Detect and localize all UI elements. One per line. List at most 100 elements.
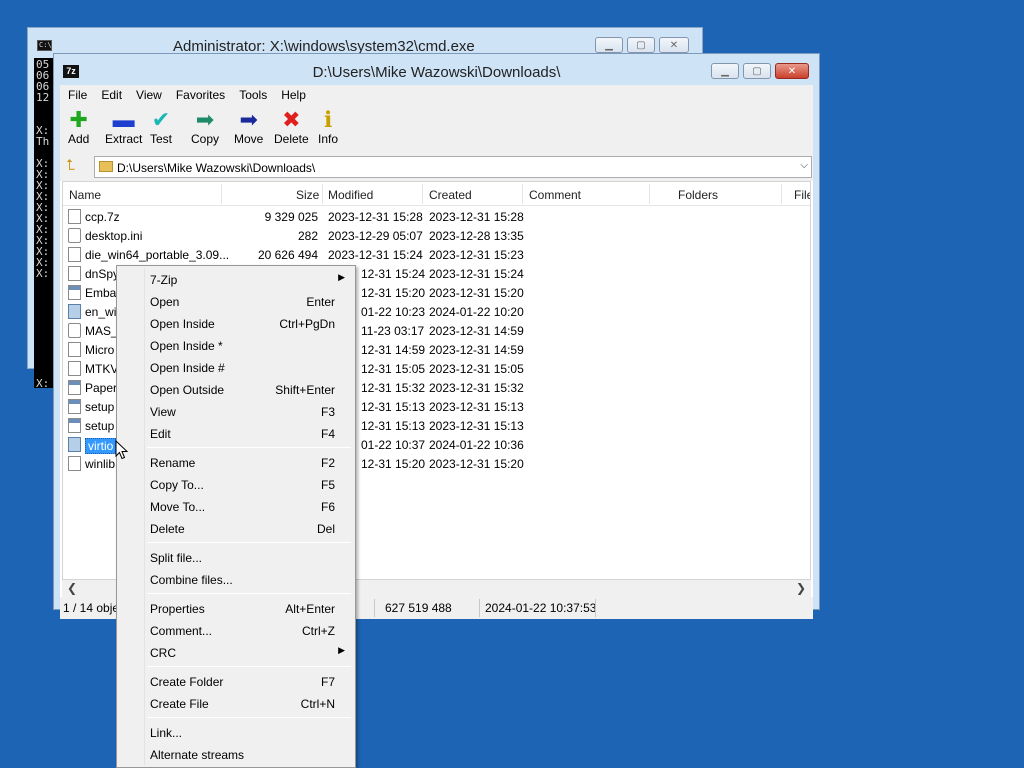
- column-comment[interactable]: Comment: [529, 188, 581, 202]
- menu-bar: File Edit View Favorites Tools Help: [60, 85, 813, 105]
- menu-item-delete[interactable]: Delete Del: [117, 517, 355, 539]
- folder-icon: [99, 161, 113, 172]
- scroll-left-icon[interactable]: ❮: [67, 581, 77, 595]
- cmd-maximize-button[interactable]: ▢: [627, 37, 655, 53]
- column-files[interactable]: File: [794, 188, 810, 202]
- menu-tools[interactable]: Tools: [232, 88, 274, 102]
- menu-item-view[interactable]: View F3: [117, 400, 355, 422]
- menu-item-shortcut: Alt+Enter: [285, 602, 335, 616]
- toolbar: ✚ Add ▬ Extract ✔ Test ➡ Copy ➡ Move ✖ Delete ℹ Info: [60, 105, 813, 153]
- table-row[interactable]: ccp.7z 9 329 025 2023-12-31 15:28 2023-12-3…: [63, 207, 810, 226]
- menu-item-rename[interactable]: Rename F2: [117, 451, 355, 473]
- menu-item-create-file[interactable]: Create File Ctrl+N: [117, 692, 355, 714]
- disk-image-icon: [68, 437, 81, 452]
- file-modified: 12-31 15:13: [361, 400, 426, 414]
- add-button[interactable]: ✚ Add: [68, 108, 90, 147]
- toolbar-label: Delete: [274, 132, 309, 146]
- table-row[interactable]: die_win64_portable_3.09... 20 626 494 2023…: [63, 245, 810, 264]
- menu-item-split-file[interactable]: Split file...: [117, 546, 355, 568]
- address-bar: ⮤ D:\Users\Mike Wazowski\Downloads\ ⌵: [60, 153, 813, 181]
- menu-item-shortcut: F7: [320, 675, 335, 689]
- copy-button[interactable]: ➡ Copy: [191, 107, 220, 147]
- 7zip-close-button[interactable]: ✕: [775, 63, 809, 79]
- close-icon: ✕: [787, 65, 797, 77]
- menu-item-label: Open Inside: [150, 317, 215, 331]
- delete-button[interactable]: ✖ Delete: [274, 107, 309, 147]
- cmd-close-button[interactable]: ✕: [659, 37, 689, 53]
- menu-item-combine-files[interactable]: Combine files...: [117, 568, 355, 590]
- menu-edit[interactable]: Edit: [94, 88, 129, 102]
- 7zip-minimize-button[interactable]: ▁: [711, 63, 739, 79]
- menu-item-properties[interactable]: Properties Alt+Enter: [117, 597, 355, 619]
- file-modified: 12-31 15:24: [361, 267, 426, 281]
- column-created[interactable]: Created: [429, 188, 472, 202]
- 7zip-maximize-button[interactable]: ▢: [743, 63, 771, 79]
- column-modified[interactable]: Modified: [328, 188, 373, 202]
- toolbar-label: Extract: [105, 132, 143, 146]
- app-icon: [68, 285, 81, 300]
- address-combobox[interactable]: D:\Users\Mike Wazowski\Downloads\ ⌵: [94, 156, 812, 178]
- menu-item-label: Delete: [150, 522, 185, 536]
- file-created: 2023-12-28 13:35: [429, 229, 524, 243]
- file-created: 2023-12-31 14:59: [429, 324, 524, 338]
- menu-item-shortcut: Del: [316, 522, 335, 536]
- menu-item-shortcut: Ctrl+Z: [302, 624, 335, 638]
- toolbar-label: Add: [68, 132, 90, 146]
- folder-up-icon[interactable]: ⮤: [66, 158, 82, 174]
- mouse-cursor-icon: [115, 440, 129, 460]
- menu-item-label: Open Outside: [150, 383, 225, 397]
- table-row[interactable]: desktop.ini 282 2023-12-29 05:07 2023-12-28…: [63, 226, 810, 245]
- move-button[interactable]: ➡ Move: [234, 108, 263, 147]
- chevron-down-icon[interactable]: ⌵: [800, 160, 808, 171]
- cmd-minimize-button[interactable]: ▁: [595, 37, 623, 53]
- menu-item-move-to[interactable]: Move To... F6: [117, 495, 355, 517]
- menu-item-create-folder[interactable]: Create Folder F7: [117, 670, 355, 692]
- maximize-icon: ▢: [636, 39, 646, 51]
- menu-item-open-outside[interactable]: Open Outside Shift+Enter: [117, 378, 355, 400]
- menu-item-shortcut: Shift+Enter: [275, 383, 335, 397]
- info-button[interactable]: ℹ Info: [318, 108, 338, 147]
- status-date: 2024-01-22 10:37:53: [485, 601, 597, 615]
- menu-item-open-inside[interactable]: Open Inside Ctrl+PgDn: [117, 312, 355, 334]
- menu-item-7-zip[interactable]: 7-Zip ▶: [117, 268, 355, 290]
- menu-item-shortcut: Enter: [306, 295, 335, 309]
- column-name[interactable]: Name: [69, 188, 101, 202]
- menu-separator: [147, 717, 351, 718]
- menu-item-open-inside[interactable]: Open Inside #: [117, 356, 355, 378]
- column-size[interactable]: Size: [296, 188, 319, 202]
- file-size: 282: [297, 229, 318, 243]
- menu-view[interactable]: View: [129, 88, 169, 102]
- file-modified: 12-31 15:13: [361, 419, 426, 433]
- file-icon: [68, 456, 81, 471]
- menu-item-label: Copy To...: [150, 478, 204, 492]
- menu-favorites[interactable]: Favorites: [169, 88, 232, 102]
- menu-item-shortcut: Ctrl+PgDn: [279, 317, 335, 331]
- menu-item-alternate-streams[interactable]: Alternate streams: [117, 743, 355, 765]
- menu-item-open-inside[interactable]: Open Inside *: [117, 334, 355, 356]
- menu-item-edit[interactable]: Edit F4: [117, 422, 355, 444]
- menu-file[interactable]: File: [61, 88, 94, 102]
- menu-item-label: 7-Zip: [150, 273, 178, 287]
- file-modified: 12-31 15:20: [361, 457, 426, 471]
- column-folders[interactable]: Folders: [678, 188, 718, 202]
- toolbar-label: Copy: [191, 132, 220, 146]
- menu-item-comment[interactable]: Comment... Ctrl+Z: [117, 619, 355, 641]
- 7zip-title-bar[interactable]: 7z D:\Users\Mike Wazowski\Downloads\ ▁ ▢…: [54, 54, 819, 85]
- menu-item-link[interactable]: Link...: [117, 721, 355, 743]
- maximize-icon: ▢: [752, 65, 762, 77]
- menu-item-crc[interactable]: CRC ▶: [117, 641, 355, 663]
- extract-button[interactable]: ▬ Extract: [105, 108, 143, 147]
- delete-x-icon: ✖: [282, 107, 301, 132]
- menu-item-label: Open Inside *: [150, 339, 223, 353]
- menu-separator: [147, 447, 351, 448]
- menu-help[interactable]: Help: [274, 88, 313, 102]
- file-created: 2024-01-22 10:20: [429, 305, 524, 319]
- file-created: 2023-12-31 15:13: [429, 419, 524, 433]
- scroll-right-icon[interactable]: ❯: [796, 581, 806, 595]
- app-icon: [68, 380, 81, 395]
- menu-item-copy-to[interactable]: Copy To... F5: [117, 473, 355, 495]
- copy-arrow-icon: ➡: [195, 107, 215, 132]
- file-created: 2023-12-31 15:20: [429, 457, 524, 471]
- menu-item-open[interactable]: Open Enter: [117, 290, 355, 312]
- test-button[interactable]: ✔ Test: [150, 108, 172, 147]
